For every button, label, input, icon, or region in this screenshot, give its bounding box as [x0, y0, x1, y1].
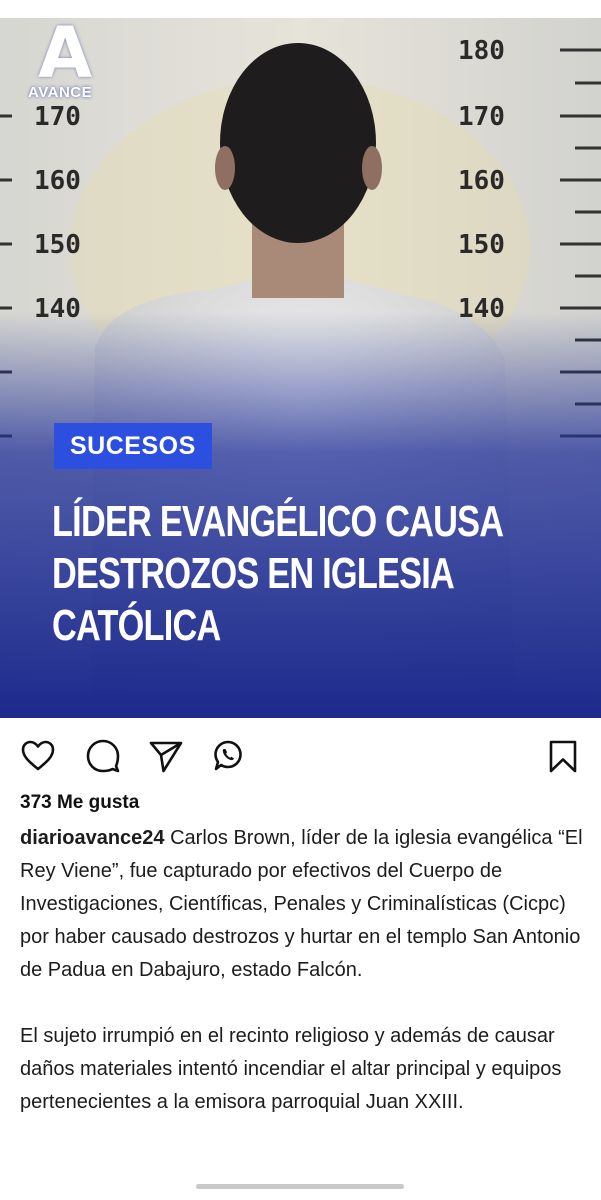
whatsapp-share-button[interactable] — [210, 738, 246, 774]
avance-logo: A AVANCE — [28, 18, 104, 106]
height-label: 150 — [34, 230, 81, 260]
username-link[interactable]: diarioavance24 — [20, 827, 165, 849]
category-badge: SUCESOS — [54, 423, 212, 469]
like-button[interactable] — [20, 738, 56, 774]
logo-letter: A — [38, 18, 93, 94]
comment-button[interactable] — [85, 738, 121, 774]
caption-text: Carlos Brown, líder de la iglesia evangé… — [20, 827, 583, 981]
headline-line: CATÓLICA — [52, 601, 221, 650]
send-icon — [149, 741, 183, 773]
height-label: 180 — [458, 36, 505, 66]
height-label: 150 — [458, 230, 505, 260]
post-image[interactable]: 170 160 150 140 180 170 160 150 140 A AV… — [0, 18, 601, 718]
bookmark-icon — [549, 740, 577, 773]
caption-text: El sujeto irrumpió en el recinto religio… — [20, 1025, 562, 1113]
logo-word: AVANCE — [28, 84, 93, 101]
caption-paragraph: diarioavance24 Carlos Brown, líder de la… — [20, 822, 586, 987]
headline: LÍDER EVANGÉLICO CAUSA DESTROZOS EN IGLE… — [52, 496, 551, 652]
height-label: 140 — [458, 294, 505, 324]
post-caption: diarioavance24 Carlos Brown, líder de la… — [20, 822, 586, 1152]
comment-icon — [86, 739, 120, 773]
heart-icon — [21, 740, 55, 771]
home-indicator[interactable] — [196, 1184, 404, 1189]
height-label: 160 — [34, 166, 81, 196]
headline-line: DESTROZOS EN IGLESIA — [52, 549, 455, 598]
height-label: 140 — [34, 294, 81, 324]
caption-paragraph: El sujeto irrumpió en el recinto religio… — [20, 1020, 586, 1119]
post-action-bar — [0, 730, 601, 780]
save-button[interactable] — [545, 738, 581, 774]
likes-count[interactable]: 373 Me gusta — [20, 792, 139, 814]
height-label: 160 — [458, 166, 505, 196]
height-label: 170 — [34, 102, 81, 132]
whatsapp-icon — [214, 740, 242, 771]
height-label: 170 — [458, 102, 505, 132]
share-button[interactable] — [148, 738, 184, 774]
headline-line: LÍDER EVANGÉLICO CAUSA — [52, 497, 504, 546]
